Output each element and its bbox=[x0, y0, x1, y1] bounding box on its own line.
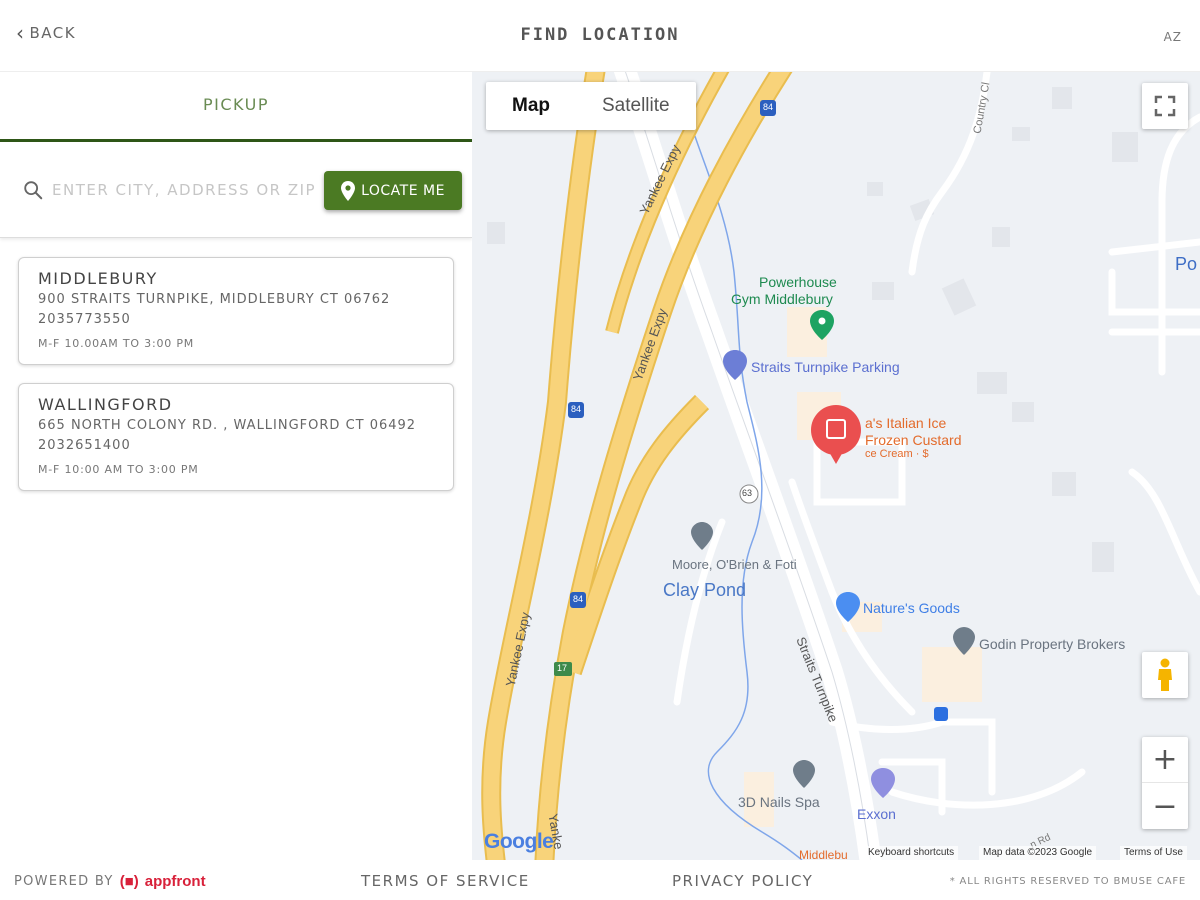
footer-bar: POWERED BY (■) appfront TERMS OF SERVICE… bbox=[0, 860, 1200, 900]
tab-pickup[interactable]: PICKUP bbox=[0, 72, 472, 142]
fullscreen-icon bbox=[1154, 95, 1176, 117]
poi-label-po: Po bbox=[1175, 254, 1198, 274]
poi-label-natures-goods: Nature's Goods bbox=[863, 600, 960, 616]
pegman-icon bbox=[1158, 658, 1172, 691]
location-name: MIDDLEBURY bbox=[38, 269, 158, 288]
location-card-wallingford[interactable]: WALLINGFORD 665 NORTH COLONY RD. , WALLI… bbox=[18, 383, 454, 491]
poi-label-godin: Godin Property Brokers bbox=[979, 636, 1126, 652]
privacy-policy-link[interactable]: PRIVACY POLICY bbox=[672, 872, 813, 890]
appfront-logo[interactable]: appfront bbox=[145, 873, 206, 890]
location-address: 900 STRAITS TURNPIKE, MIDDLEBURY CT 0676… bbox=[38, 292, 391, 307]
map-type-map-button[interactable]: Map bbox=[486, 82, 576, 130]
zoom-in-button[interactable]: + bbox=[1142, 737, 1188, 783]
street-view-pegman[interactable] bbox=[1142, 652, 1188, 698]
zoom-control: + − bbox=[1142, 737, 1188, 829]
water-label-clay-pond: Clay Pond bbox=[663, 580, 747, 600]
map-terms-link[interactable]: Terms of Use bbox=[1120, 846, 1187, 860]
location-address: 665 NORTH COLONY RD. , WALLINGFORD CT 06… bbox=[38, 418, 417, 433]
header-bar: ‹ BACK FIND LOCATION AZ bbox=[0, 0, 1200, 72]
zoom-out-button[interactable]: − bbox=[1142, 783, 1188, 829]
map-canvas bbox=[481, 72, 1200, 860]
rights-notice: * ALL RIGHTS RESERVED TO BMUSE CAFE bbox=[949, 876, 1186, 887]
powered-by: POWERED BY (■) appfront bbox=[14, 873, 206, 890]
search-icon bbox=[24, 181, 43, 200]
keyboard-shortcuts-link[interactable]: Keyboard shortcuts bbox=[864, 846, 959, 860]
poi-label-moore: Moore, O'Brien & Foti bbox=[672, 557, 797, 572]
route-shield-17: 17 bbox=[557, 663, 568, 673]
page-title: FIND LOCATION bbox=[520, 25, 680, 45]
poi-label-parking: Straits Turnpike Parking bbox=[751, 359, 900, 375]
map-type-control: Map Satellite bbox=[486, 82, 696, 130]
map-pin-icon bbox=[341, 180, 356, 201]
route-shield-63: 63 bbox=[742, 488, 753, 498]
map-view[interactable]: Powerhouse Gym Middlebury Straits Turnpi… bbox=[472, 72, 1200, 860]
appfront-logo-mark: (■) bbox=[119, 873, 139, 890]
location-name: WALLINGFORD bbox=[38, 395, 173, 414]
poi-label-italian-ice-3: ce Cream · $ bbox=[865, 448, 929, 460]
search-row: LOCATE ME bbox=[0, 142, 472, 238]
poi-label-nails: 3D Nails Spa bbox=[738, 794, 820, 810]
fullscreen-button[interactable] bbox=[1142, 83, 1188, 129]
powered-by-label: POWERED BY bbox=[14, 874, 114, 889]
location-card-middlebury[interactable]: MIDDLEBURY 900 STRAITS TURNPIKE, MIDDLEB… bbox=[18, 257, 454, 365]
map-type-satellite-button[interactable]: Satellite bbox=[576, 82, 696, 130]
locate-me-button[interactable]: LOCATE ME bbox=[324, 171, 462, 210]
terms-of-service-link[interactable]: TERMS OF SERVICE bbox=[361, 872, 530, 890]
location-hours: M-F 10:00 AM TO 3:00 PM bbox=[38, 463, 199, 476]
route-shield-84: 84 bbox=[763, 102, 774, 112]
location-phone: 2035773550 bbox=[38, 312, 131, 327]
poi-label-italian-ice: a's Italian Ice bbox=[865, 415, 947, 431]
locate-me-label: LOCATE ME bbox=[361, 182, 445, 199]
location-hours: M-F 10.00AM TO 3:00 PM bbox=[38, 337, 195, 350]
route-shield-84-2: 84 bbox=[571, 404, 582, 414]
poi-label-powerhouse-2: Gym Middlebury bbox=[731, 291, 833, 307]
google-logo[interactable]: Google bbox=[484, 830, 554, 854]
location-phone: 2032651400 bbox=[38, 438, 131, 453]
route-shield-84-3: 84 bbox=[573, 594, 584, 604]
map-data-attribution: Map data ©2023 Google bbox=[979, 846, 1097, 860]
locations-panel: PICKUP LOCATE ME MIDDLEBURY 900 STRAITS … bbox=[0, 72, 472, 860]
poi-label-italian-ice-2: Frozen Custard bbox=[865, 432, 962, 448]
search-input[interactable] bbox=[52, 176, 314, 204]
poi-label-middlebury: Middlebu bbox=[799, 848, 848, 860]
language-selector[interactable]: AZ bbox=[1164, 30, 1182, 44]
poi-label-exxon: Exxon bbox=[857, 806, 896, 822]
poi-label-powerhouse: Powerhouse bbox=[759, 274, 837, 290]
